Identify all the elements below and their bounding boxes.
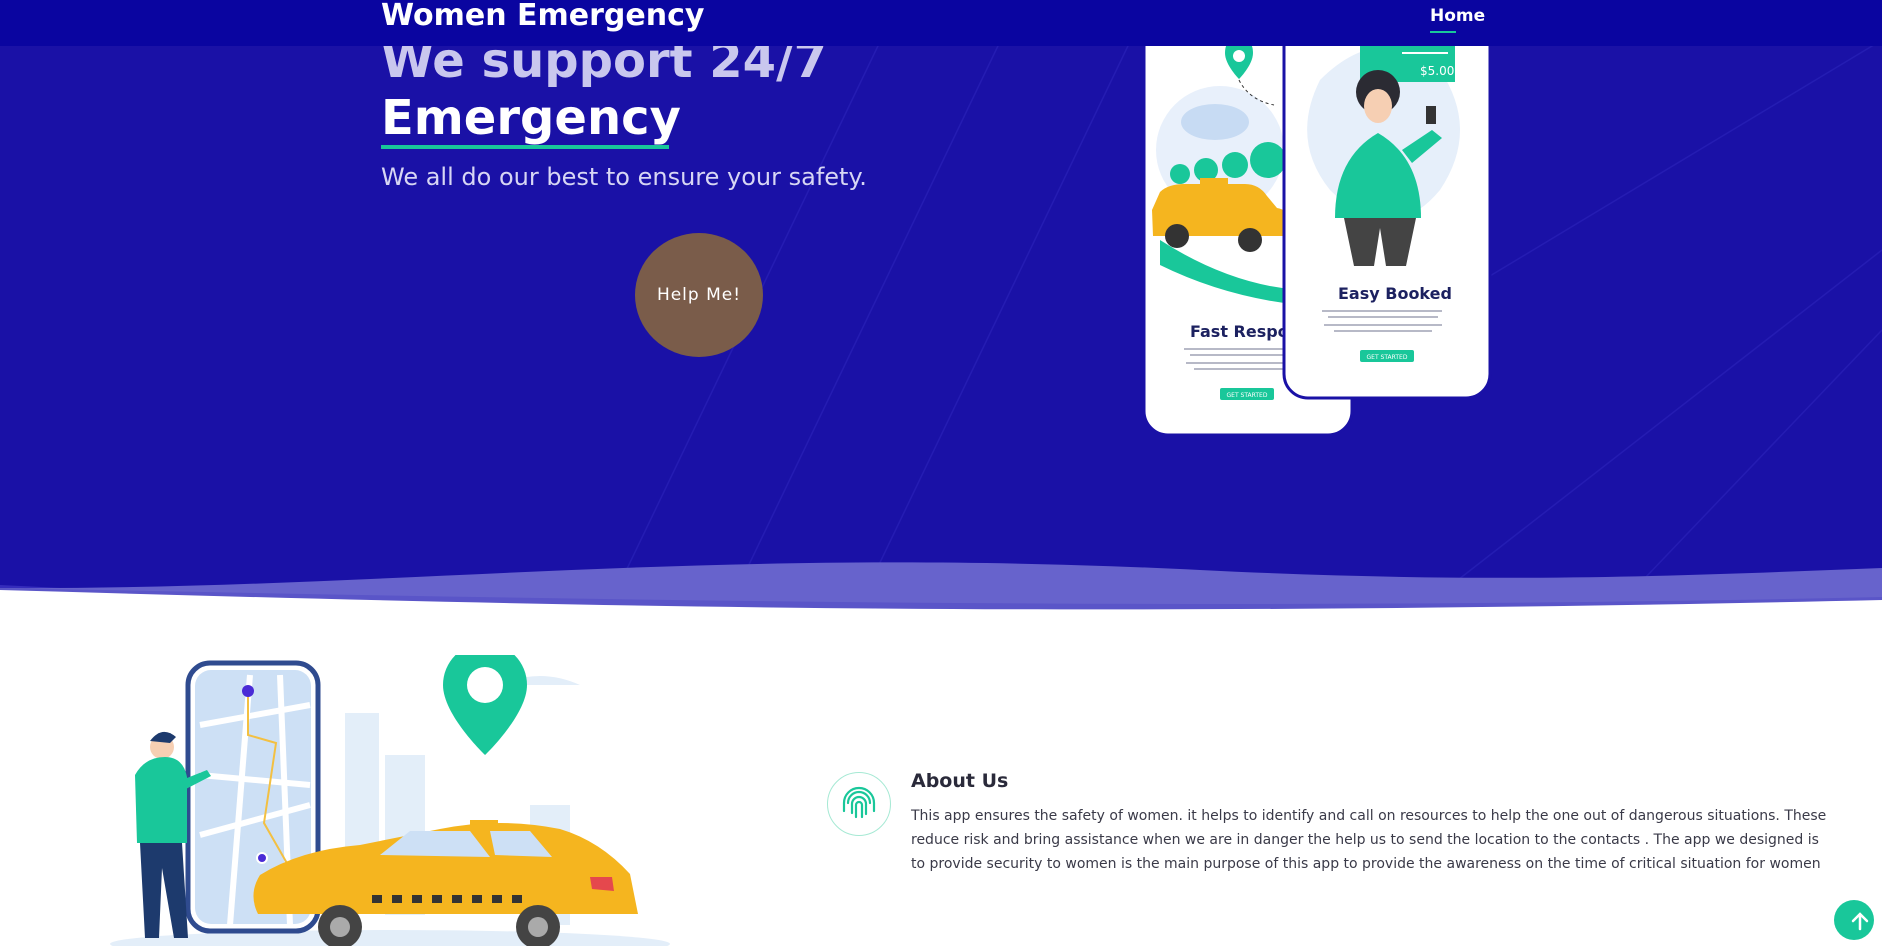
about-description: This app ensures the safety of women. it… [911,808,1827,872]
hero-headline-line2: Emergency [381,90,681,146]
phone-left-get-started: GET STARTED [1227,392,1268,399]
hero-background-lines [0,0,1882,625]
top-navbar: Women Emergency Home [0,0,1882,46]
headline-underline [381,145,669,149]
arrow-up-icon [1851,912,1869,931]
phone-right: $5.00 Easy Booked GET STARTED [1282,0,1492,400]
about-title: About Us [911,770,1009,792]
nav-active-underline [1430,31,1456,33]
nav-home-link[interactable]: Home [1430,6,1485,26]
help-me-button[interactable]: Help Me! [635,233,763,357]
hero-tagline: We all do our best to ensure your safety… [381,163,867,191]
taxi-map-illustration [110,655,670,946]
scroll-to-top-button[interactable] [1834,900,1874,940]
hero-section: We support 24/7 Emergency We all do our … [0,0,1882,625]
phone-mockups: Fast Respor GET STARTED $5.00 Easy Booke… [1142,0,1492,437]
fingerprint-icon [827,772,891,836]
phone-left-title: Fast Respor [1190,322,1297,341]
price-label: $5.00 [1420,64,1454,78]
brand-title[interactable]: Women Emergency [381,0,704,32]
phone-right-get-started: GET STARTED [1367,354,1408,361]
phone-right-title: Easy Booked [1338,284,1452,303]
